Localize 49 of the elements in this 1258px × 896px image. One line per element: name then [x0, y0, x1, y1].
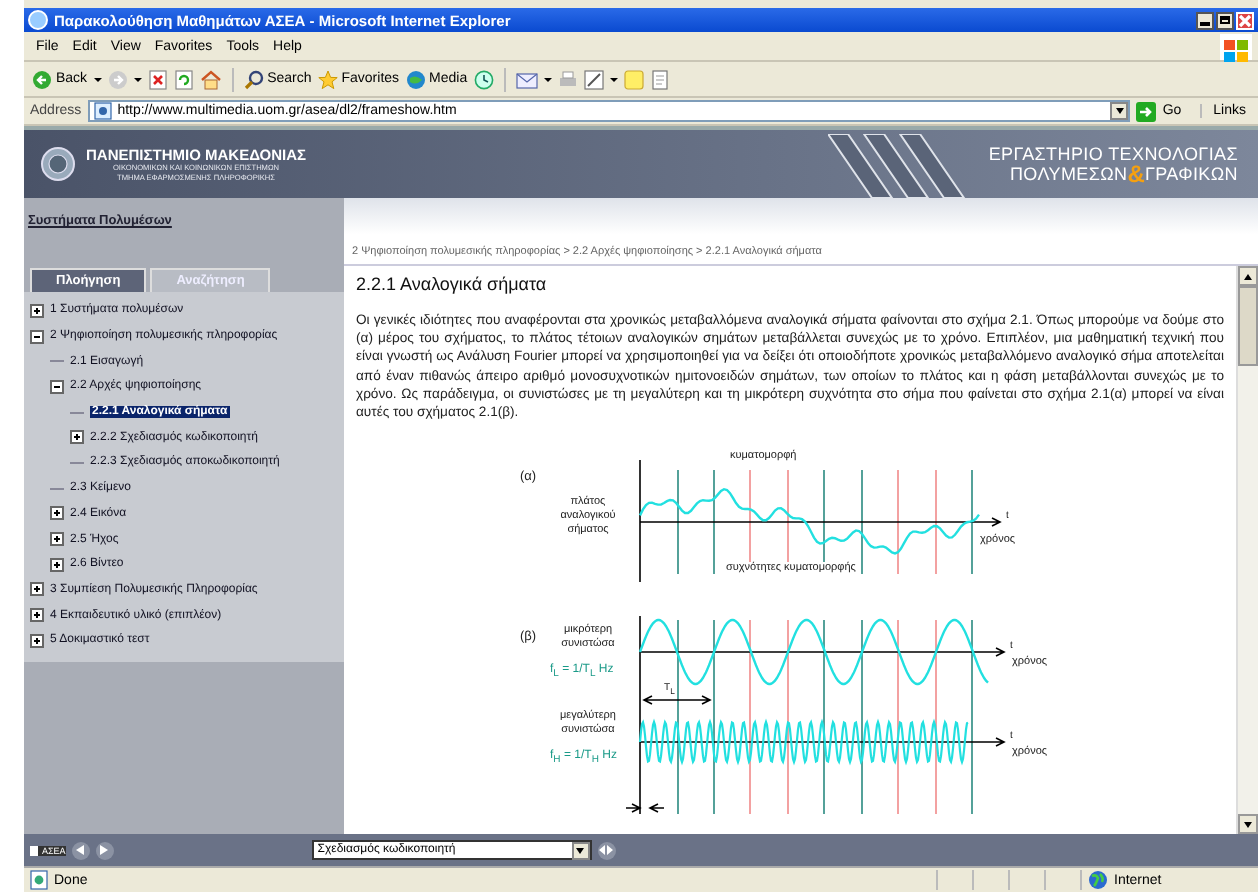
caret-icon[interactable]	[93, 77, 102, 81]
star-icon	[317, 69, 338, 89]
next-button[interactable]	[95, 841, 114, 859]
globe-icon	[1088, 870, 1108, 890]
caret-icon[interactable]	[543, 77, 552, 81]
go-to-button[interactable]	[597, 841, 616, 859]
lab-name: ΠΟΛΥΜΕΣΩΝ	[1009, 164, 1128, 184]
period-arrow	[625, 803, 665, 814]
history-icon[interactable]	[473, 69, 494, 89]
edit-icon[interactable]	[583, 69, 604, 89]
scroll-thumb[interactable]	[1238, 286, 1258, 366]
caret-icon[interactable]	[609, 77, 618, 81]
page-icon	[30, 870, 48, 890]
expand-toggle[interactable]	[50, 557, 64, 572]
arrow-icon	[1136, 101, 1157, 121]
ampersand: &	[1127, 164, 1145, 184]
expand-toggle[interactable]	[30, 582, 44, 597]
previous-button[interactable]	[71, 841, 90, 859]
lab-name: ΕΡΓΑΣΤΗΡΙΟ ΤΕΧΝΟΛΟΓΙΑΣ	[988, 144, 1238, 164]
windows-logo-icon	[1220, 33, 1252, 59]
expand-toggle[interactable]	[50, 506, 64, 521]
minimize-button[interactable]	[1196, 11, 1214, 29]
home-icon[interactable]	[199, 69, 222, 89]
browser-icon	[28, 10, 48, 30]
expand-toggle[interactable]	[70, 430, 84, 445]
close-button[interactable]	[1236, 11, 1254, 29]
expand-toggle[interactable]	[50, 379, 64, 394]
expand-toggle[interactable]	[30, 608, 44, 623]
mail-icon[interactable]	[515, 69, 538, 89]
page-icon	[93, 102, 112, 120]
expand-toggle[interactable]	[30, 329, 44, 344]
expand-toggle[interactable]	[30, 303, 44, 318]
university-seal-icon	[40, 146, 76, 182]
section-heading: 2.2.1 Αναλογικά σήματα	[356, 274, 549, 294]
dropdown-button[interactable]	[1110, 102, 1129, 120]
scrollbar[interactable]	[1236, 266, 1258, 834]
stop-icon[interactable]	[147, 69, 168, 89]
caret-icon[interactable]	[133, 77, 142, 81]
globe-icon	[405, 69, 426, 89]
period-arrow	[642, 695, 712, 706]
expand-toggle[interactable]	[50, 532, 64, 547]
scroll-up-button[interactable]	[1238, 266, 1258, 286]
refresh-icon[interactable]	[173, 69, 194, 89]
search-icon	[243, 69, 264, 89]
maximize-button[interactable]	[1216, 11, 1234, 29]
lab-name: ΓΡΑΦΙΚΩΝ	[1144, 164, 1238, 184]
scroll-down-button[interactable]	[1238, 814, 1258, 834]
expand-toggle[interactable]	[30, 633, 44, 648]
back-arrow-icon	[32, 69, 52, 89]
